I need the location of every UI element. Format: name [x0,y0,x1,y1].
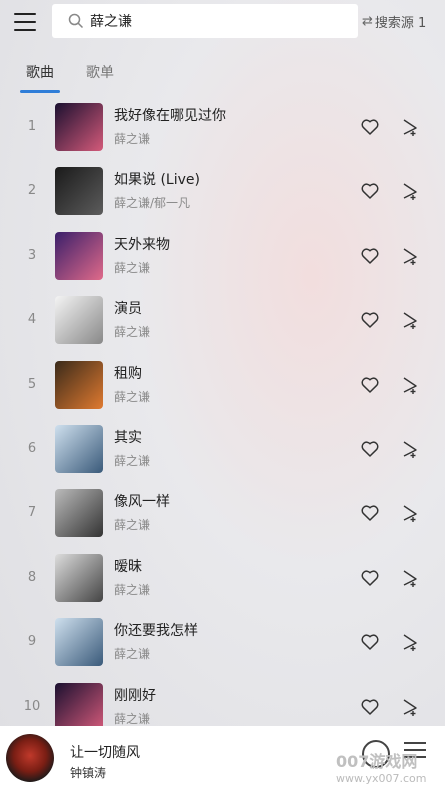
song-title: 演员 [114,301,142,318]
song-artist: 薛之谦 [114,518,151,533]
song-title: 租购 [114,365,142,382]
album-cover [55,618,103,667]
heart-icon[interactable] [360,181,380,201]
tab-songs[interactable]: 歌曲 [26,62,54,82]
album-cover [55,103,103,151]
song-artist: 薛之谦 [114,454,151,468]
song-index: 6 [27,441,37,456]
add-to-queue-icon[interactable] [401,439,419,459]
song-title: 暧昧 [114,558,142,575]
active-tab-indicator [20,90,60,93]
heart-icon[interactable] [360,439,380,459]
watermark: 007游戏网 www.yx007.com [336,748,426,785]
heart-icon[interactable] [360,568,380,588]
album-cover [55,167,103,216]
album-disc[interactable] [6,734,54,782]
add-to-queue-icon[interactable] [401,181,419,201]
album-cover [55,296,103,345]
add-to-queue-icon[interactable] [401,697,419,717]
heart-icon[interactable] [360,375,380,395]
add-to-queue-icon[interactable] [401,246,419,266]
album-cover [55,425,103,473]
search-source-button[interactable]: ⇄ 搜索源 1 [362,12,426,31]
song-index: 3 [27,247,37,263]
album-cover [55,682,103,731]
song-artist: 薛之谦 [114,582,151,597]
now-playing-title: 让一切随风 [70,745,140,761]
search-source-label: 搜索源 1 [374,16,427,31]
watermark-main: 007游戏网 [336,752,418,771]
album-cover [55,553,103,602]
heart-icon[interactable] [360,503,380,523]
album-cover [55,231,103,280]
song-index: 2 [27,183,37,199]
song-row[interactable]: 2 如果说 (Live) 薛之谦/郁一凡 [0,159,445,223]
song-row[interactable]: 4 演员薛之谦 [0,288,445,352]
song-title: 天外来物 [114,236,170,253]
heart-icon[interactable] [360,697,380,717]
add-to-queue-icon[interactable] [401,568,419,588]
song-artist: 薛之谦 [114,389,151,404]
search-input[interactable] [90,13,330,29]
song-artist: 薛之谦 [114,325,151,340]
add-to-queue-icon[interactable] [401,310,419,330]
heart-icon[interactable] [360,246,380,266]
song-index: 5 [27,376,37,392]
song-row[interactable]: 5 租购薛之谦 [0,353,445,417]
song-artist: 薛之谦/郁一凡 [114,196,191,211]
search-box[interactable] [52,4,358,38]
song-index: 4 [27,312,37,328]
song-row[interactable]: 6 其实薛之谦 [0,417,445,481]
song-artist: 薛之谦 [114,711,151,726]
song-index: 9 [27,634,37,650]
song-title: 其实 [114,430,142,446]
tab-playlists[interactable]: 歌单 [86,62,114,82]
song-row[interactable]: 9 你还要我怎样 薛之谦 [0,610,445,674]
album-cover [55,360,103,409]
top-bar: ⇄ 搜索源 1 [0,0,445,44]
add-to-queue-icon[interactable] [401,117,419,137]
song-artist: 薛之谦 [114,647,151,662]
song-title: 我好像在哪见过你 [114,108,226,124]
heart-icon[interactable] [360,117,380,137]
add-to-queue-icon[interactable] [401,632,419,652]
song-artist: 薛之谦 [114,260,151,275]
song-title: 如果说 (Live) [114,172,200,189]
song-title: 像风一样 [114,494,170,511]
song-artist: 薛之谦 [114,132,151,146]
add-to-queue-icon[interactable] [401,503,419,523]
song-title: 刚刚好 [114,687,156,704]
song-index: 1 [27,119,37,134]
song-row[interactable]: 1 我好像在哪见过你 薛之谦 [0,95,445,159]
swap-icon: ⇄ [362,14,373,29]
tab-bar: 歌曲 歌单 [0,56,445,96]
heart-icon[interactable] [360,310,380,330]
song-index: 7 [27,505,37,521]
add-to-queue-icon[interactable] [401,375,419,395]
song-row[interactable]: 8 暧昧薛之谦 [0,546,445,610]
menu-icon[interactable] [14,13,36,31]
song-row[interactable]: 3 天外来物薛之谦 [0,224,445,288]
album-cover [55,489,103,538]
song-row[interactable]: 7 像风一样薛之谦 [0,481,445,545]
song-index: 8 [27,569,37,585]
song-title: 你还要我怎样 [114,623,198,640]
now-playing-artist: 钟镇涛 [70,766,107,780]
watermark-url: www.yx007.com [336,772,427,785]
heart-icon[interactable] [360,632,380,652]
search-icon [68,13,84,29]
